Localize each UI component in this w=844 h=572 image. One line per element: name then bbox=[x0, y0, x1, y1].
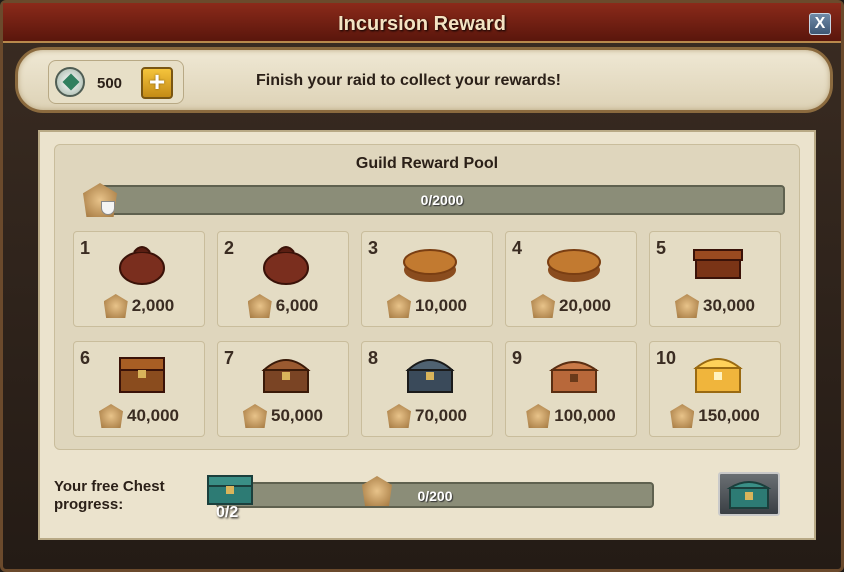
reward-slot-number: 7 bbox=[224, 348, 235, 368]
reward-slot-number: 2 bbox=[224, 238, 235, 258]
reward-slot-number: 9 bbox=[512, 348, 523, 368]
guild-points-icon bbox=[247, 294, 272, 318]
pool-title: Guild Reward Pool bbox=[355, 155, 499, 172]
free-chest-progress-bar: 0/200 bbox=[216, 482, 654, 508]
reward-cost-value: 100,000 bbox=[554, 406, 616, 425]
add-currency-button[interactable]: + bbox=[141, 67, 173, 99]
pool-progress-bar: 0/2000 bbox=[99, 185, 785, 215]
top-banner: 500 + Finish your raid to collect your r… bbox=[15, 47, 833, 113]
reward-cost-value: 20,000 bbox=[559, 296, 611, 315]
reward-slot-number: 10 bbox=[656, 348, 677, 368]
guild-points-icon bbox=[531, 294, 555, 318]
reward-cost-value: 6,000 bbox=[275, 296, 319, 315]
free-chest-progress-text: 0/200 bbox=[417, 488, 453, 504]
golden-chest-icon bbox=[690, 350, 746, 396]
reward-cost-row: 10,000 bbox=[362, 294, 492, 318]
reward-cost-value: 150,000 bbox=[698, 406, 760, 425]
reward-slot-number: 8 bbox=[368, 348, 379, 368]
ornate-chest-icon bbox=[546, 350, 602, 396]
reward-cost-row: 30,000 bbox=[650, 294, 780, 318]
reward-slot-number: 3 bbox=[368, 238, 379, 258]
reward-slot-3: 3 10,000 bbox=[361, 231, 493, 327]
reward-slot-6: 6 40,000 bbox=[73, 341, 205, 437]
guild-points-icon bbox=[387, 404, 411, 428]
reward-window: Incursion Reward X 500 + Finish your rai… bbox=[0, 0, 844, 572]
reward-slot-1: 1 2,000 bbox=[73, 231, 205, 327]
currency-value: 500 bbox=[97, 75, 123, 92]
main-panel: Guild Reward Pool 0/2000 1 2,000 2 6,000 3 10… bbox=[38, 130, 816, 540]
reward-pool-panel: Guild Reward Pool 0/2000 1 2,000 2 6,000 3 10… bbox=[54, 144, 800, 450]
reward-cost-row: 150,000 bbox=[650, 404, 780, 428]
pool-progress-text: 0/2000 bbox=[420, 192, 464, 208]
reward-slot-number: 1 bbox=[80, 238, 91, 258]
reward-cost-row: 40,000 bbox=[74, 404, 204, 428]
wooden-chest-icon bbox=[114, 350, 170, 396]
reward-cost-value: 70,000 bbox=[415, 406, 467, 425]
iron-chest-icon bbox=[402, 350, 458, 396]
leather-sack-icon bbox=[114, 240, 170, 286]
reward-slot-8: 8 70,000 bbox=[361, 341, 493, 437]
reward-slot-7: 7 50,000 bbox=[217, 341, 349, 437]
reward-cost-value: 2,000 bbox=[131, 296, 175, 315]
free-chest-count: 0/2 bbox=[216, 504, 239, 521]
close-button[interactable]: X bbox=[809, 13, 831, 35]
reward-cost-row: 70,000 bbox=[362, 404, 492, 428]
free-chest-label: Your free Chest progress: bbox=[54, 478, 165, 513]
reward-slot-number: 4 bbox=[512, 238, 523, 258]
reward-cost-value: 50,000 bbox=[271, 406, 323, 425]
guild-points-icon bbox=[362, 476, 392, 506]
medal-icon bbox=[55, 67, 85, 97]
window-title: Incursion Reward bbox=[338, 13, 506, 35]
guild-points-icon bbox=[99, 404, 123, 428]
leather-sack-icon bbox=[258, 240, 314, 286]
wooden-disc-icon bbox=[546, 240, 602, 286]
banner-message: Finish your raid to collect your rewards… bbox=[256, 72, 561, 89]
guild-points-icon bbox=[675, 294, 699, 318]
reward-cost-value: 30,000 bbox=[703, 296, 755, 315]
guild-points-icon bbox=[243, 404, 267, 428]
reward-cost-row: 6,000 bbox=[218, 294, 348, 318]
wooden-box-icon bbox=[690, 240, 746, 286]
reward-slot-number: 5 bbox=[656, 238, 667, 258]
reward-cost-value: 40,000 bbox=[127, 406, 179, 425]
reward-cost-row: 2,000 bbox=[74, 294, 204, 318]
reward-slot-5: 5 30,000 bbox=[649, 231, 781, 327]
currency-box: 500 + bbox=[48, 60, 184, 104]
guild-points-icon bbox=[670, 404, 695, 428]
reward-slot-2: 2 6,000 bbox=[217, 231, 349, 327]
wooden-disc-icon bbox=[402, 240, 458, 286]
guild-points-icon bbox=[526, 404, 551, 428]
guild-points-icon bbox=[387, 294, 411, 318]
reward-cost-row: 100,000 bbox=[506, 404, 636, 428]
reward-slot-9: 9 100,000 bbox=[505, 341, 637, 437]
reward-slot-10: 10 150,000 bbox=[649, 341, 781, 437]
round-chest-icon bbox=[258, 350, 314, 396]
open-chest-button[interactable] bbox=[718, 472, 780, 516]
guild-points-icon bbox=[103, 294, 128, 318]
reward-slot-4: 4 20,000 bbox=[505, 231, 637, 327]
title-bar: Incursion Reward X bbox=[3, 3, 841, 43]
reward-cost-value: 10,000 bbox=[415, 296, 467, 315]
reward-cost-row: 20,000 bbox=[506, 294, 636, 318]
teal-chest-icon bbox=[204, 472, 256, 508]
reward-cost-row: 50,000 bbox=[218, 404, 348, 428]
reward-slot-number: 6 bbox=[80, 348, 91, 368]
